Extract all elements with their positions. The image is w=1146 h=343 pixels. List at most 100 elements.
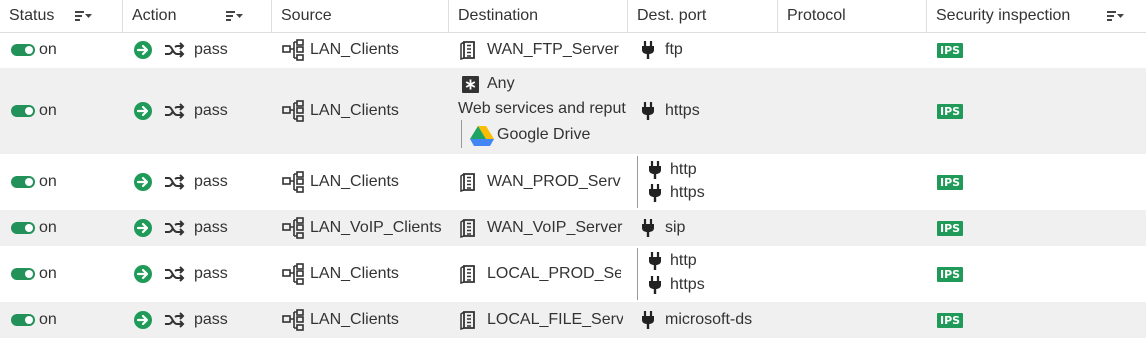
network-object-icon <box>282 217 304 239</box>
destination-label: WAN_VoIP_Server <box>487 219 623 236</box>
sort-filter-icon[interactable] <box>75 10 93 22</box>
network-object-icon <box>282 171 304 193</box>
shuffle-icon <box>165 174 185 190</box>
group-divider <box>637 248 638 300</box>
column-header-dest-port[interactable]: Dest. port <box>627 0 778 32</box>
column-header-action-label: Action <box>132 7 177 24</box>
column-header-status-label: Status <box>9 7 55 24</box>
column-header-protocol[interactable]: Protocol <box>777 0 927 32</box>
plug-icon <box>649 184 661 202</box>
ips-badge: IPS <box>937 103 964 119</box>
status-label: on <box>39 102 57 119</box>
column-header-source-label: Source <box>281 7 332 24</box>
shuffle-icon <box>165 42 185 58</box>
source-cell: LAN_Clients <box>282 302 399 338</box>
destination-category-label: Web services and reput <box>458 100 626 117</box>
column-header-dest-port-label: Dest. port <box>637 7 707 24</box>
asterisk-icon <box>462 75 479 93</box>
security-inspection-cell: IPS <box>937 68 964 154</box>
source-label: LAN_Clients <box>310 173 399 190</box>
destination-cell: WAN_VoIP_Server <box>459 210 627 246</box>
toggle-on-icon[interactable] <box>11 268 35 280</box>
server-icon <box>460 311 475 330</box>
destination-cell: WAN_FTP_Server <box>459 32 627 68</box>
status-label: on <box>39 173 57 190</box>
plug-icon <box>642 102 654 120</box>
action-label: pass <box>194 265 228 282</box>
toggle-on-icon[interactable] <box>11 44 35 56</box>
server-icon <box>460 219 475 238</box>
destination-label: LOCAL_PROD_Ser <box>487 265 621 282</box>
pass-arrow-icon <box>134 173 152 191</box>
network-object-icon <box>282 39 304 61</box>
action-cell: pass <box>133 154 228 210</box>
shuffle-icon <box>165 266 185 282</box>
security-inspection-cell: IPS <box>937 32 964 68</box>
pass-arrow-icon <box>134 311 152 329</box>
grid-header: Status Action Source Destination Dest. p… <box>0 0 1146 33</box>
table-row[interactable]: on pass LAN_Clients WAN_PROD_Serve http … <box>0 154 1146 210</box>
destination-service-label: Google Drive <box>497 126 591 143</box>
filter-rules-grid: Status Action Source Destination Dest. p… <box>0 0 1146 343</box>
column-header-destination-label: Destination <box>458 7 539 24</box>
status-toggle[interactable]: on <box>11 154 57 210</box>
toggle-on-icon[interactable] <box>11 105 35 117</box>
server-icon <box>460 265 475 284</box>
ips-badge: IPS <box>937 220 964 236</box>
sort-filter-icon[interactable] <box>226 10 244 22</box>
table-row[interactable]: on pass LAN_VoIP_Clients WAN_VoIP_Server… <box>0 210 1146 246</box>
pass-arrow-icon <box>134 219 152 237</box>
group-divider <box>461 120 462 148</box>
toggle-on-icon[interactable] <box>11 222 35 234</box>
column-header-security-inspection[interactable]: Security inspection <box>926 0 1146 32</box>
status-toggle[interactable]: on <box>11 68 57 154</box>
table-row[interactable]: on pass LAN_Clients WAN_FTP_Server ftp I… <box>0 32 1146 68</box>
destination-cell: LOCAL_PROD_Ser <box>459 246 621 302</box>
dest-port-cell: https <box>640 68 700 154</box>
server-icon <box>460 173 475 192</box>
column-header-action[interactable]: Action <box>122 0 272 32</box>
dest-port-cell: microsoft-ds <box>640 302 752 338</box>
source-label: LAN_VoIP_Clients <box>310 219 442 236</box>
column-header-destination[interactable]: Destination <box>448 0 628 32</box>
source-label: LAN_Clients <box>310 265 399 282</box>
action-cell: pass <box>133 210 228 246</box>
action-label: pass <box>194 173 228 190</box>
pass-arrow-icon <box>134 41 152 59</box>
source-cell: LAN_VoIP_Clients <box>282 210 442 246</box>
network-object-icon <box>282 309 304 331</box>
pass-arrow-icon <box>134 265 152 283</box>
destination-cell: WAN_PROD_Serve <box>459 154 621 210</box>
dest-port-item: https <box>647 182 705 204</box>
shuffle-icon <box>165 103 185 119</box>
status-toggle[interactable]: on <box>11 210 57 246</box>
source-cell: LAN_Clients <box>282 32 399 68</box>
plug-icon <box>649 161 661 179</box>
action-label: pass <box>194 219 228 236</box>
table-row[interactable]: on pass LAN_Clients Any Web services and… <box>0 68 1146 154</box>
table-row[interactable]: on pass LAN_Clients LOCAL_FILE_Serve mic… <box>0 302 1146 338</box>
table-row[interactable]: on pass LAN_Clients LOCAL_PROD_Ser http … <box>0 246 1146 302</box>
network-object-icon <box>282 263 304 285</box>
column-header-protocol-label: Protocol <box>787 7 846 24</box>
destination-label: WAN_FTP_Server <box>487 41 619 58</box>
status-toggle[interactable]: on <box>11 32 57 68</box>
toggle-on-icon[interactable] <box>11 314 35 326</box>
dest-port-label: https <box>670 276 705 293</box>
destination-cell: LOCAL_FILE_Serve <box>459 302 623 338</box>
dest-port-label: ftp <box>665 41 683 58</box>
column-header-source[interactable]: Source <box>271 0 449 32</box>
network-object-icon <box>282 100 304 122</box>
dest-port-item: http <box>647 159 697 181</box>
destination-label: LOCAL_FILE_Serve <box>487 311 623 328</box>
plug-icon <box>649 252 661 270</box>
source-label: LAN_Clients <box>310 41 399 58</box>
plug-icon <box>642 219 654 237</box>
sort-filter-icon[interactable] <box>1107 10 1125 22</box>
column-header-status[interactable]: Status <box>0 0 122 32</box>
status-toggle[interactable]: on <box>11 302 57 338</box>
status-toggle[interactable]: on <box>11 246 57 302</box>
toggle-on-icon[interactable] <box>11 176 35 188</box>
security-inspection-cell: IPS <box>937 154 964 210</box>
status-label: on <box>39 219 57 236</box>
